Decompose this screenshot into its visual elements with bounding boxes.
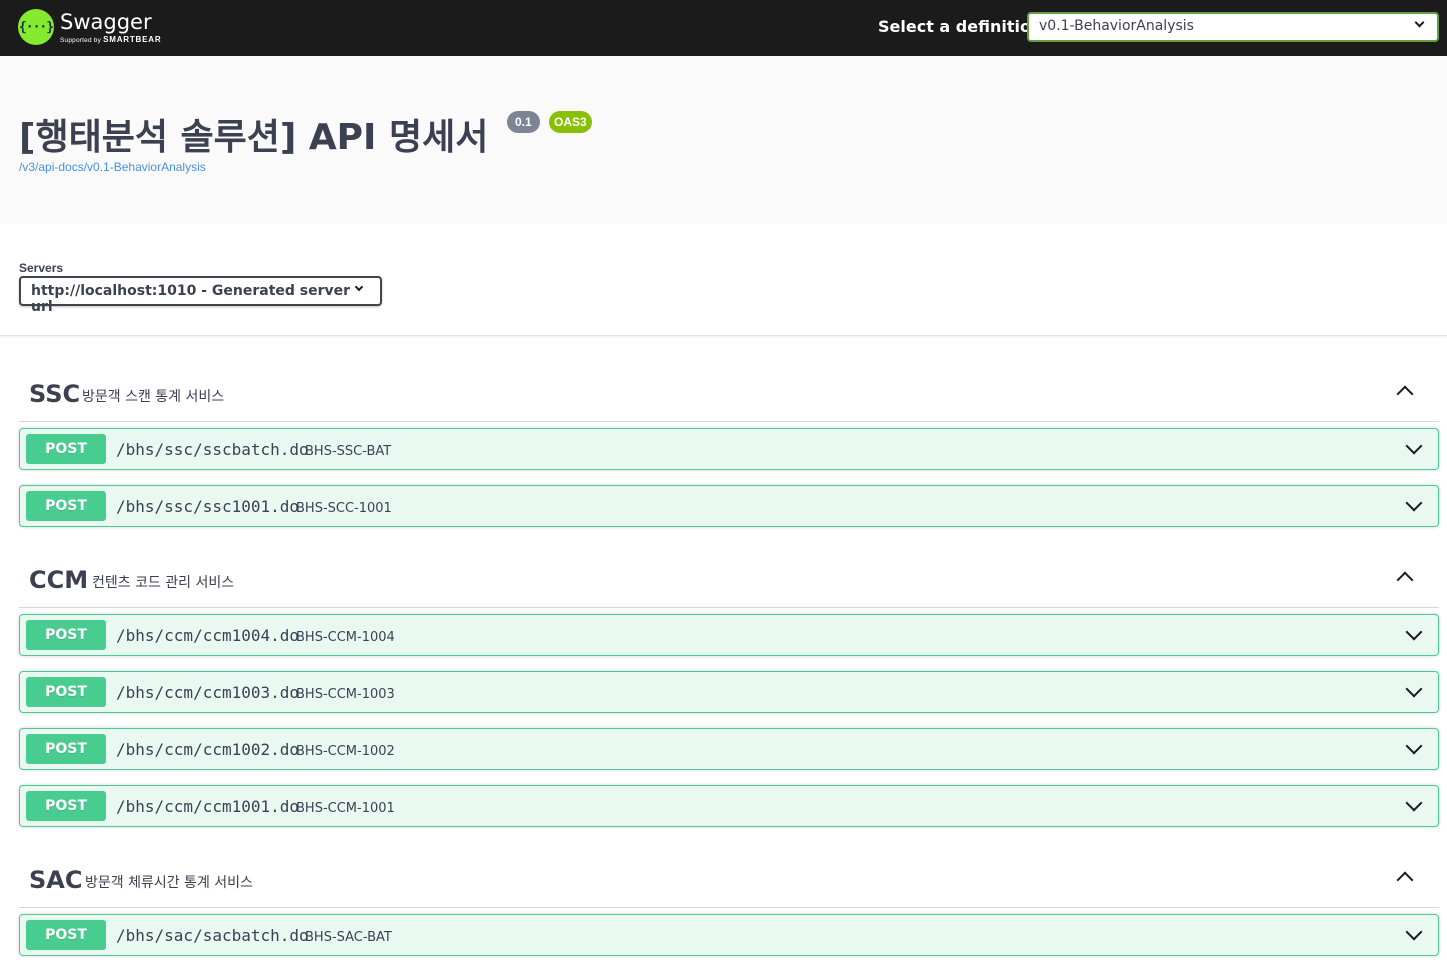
chevron-down-icon[interactable]: [1405, 494, 1423, 512]
info-section: [행태분석 솔루션] API 명세서 0.1 OAS3 /v3/api-docs…: [0, 56, 1447, 224]
servers-section: Servers http://localhost:1010 - Generate…: [0, 224, 1447, 336]
operation-block[interactable]: POST /bhs/ssc/ssc1001.do BHS-SCC-1001: [19, 485, 1439, 527]
operation-path: /bhs/ssc/sscbatch.do: [116, 440, 309, 459]
operation-block[interactable]: POST /bhs/ccm/ccm1003.do BHS-CCM-1003: [19, 671, 1439, 713]
tag-name: SSC: [29, 380, 81, 408]
chevron-down-icon: [1414, 17, 1425, 28]
tag-name: SAC: [29, 866, 83, 894]
chevron-up-icon[interactable]: [1396, 571, 1414, 589]
swagger-logo[interactable]: {···} Swagger Supported by SMARTBEAR: [18, 7, 161, 47]
method-badge: POST: [26, 920, 106, 950]
chevron-down-icon[interactable]: [1405, 794, 1423, 812]
operation-summary: BHS-CCM-1001: [296, 801, 395, 816]
operation-summary: BHS-SAC-BAT: [305, 930, 392, 945]
logo-sub-brand: SMARTBEAR: [103, 34, 162, 44]
logo-title: Swagger: [60, 9, 152, 34]
servers-select-value: http://localhost:1010 - Generated server…: [31, 283, 351, 315]
operation-summary: BHS-SCC-1001: [296, 501, 392, 516]
operation-path: /bhs/ccm/ccm1004.do: [116, 626, 300, 645]
tag-ssc[interactable]: SSC 방문객 스캔 통계 서비스: [19, 358, 1439, 422]
chevron-up-icon[interactable]: [1396, 871, 1414, 889]
chevron-down-icon[interactable]: [1405, 923, 1423, 941]
topbar: {···} Swagger Supported by SMARTBEAR Sel…: [0, 0, 1447, 56]
operation-summary: BHS-CCM-1002: [296, 744, 395, 759]
definition-label: Select a definition: [878, 17, 1043, 36]
tag-description: 방문객 체류시간 통계 서비스: [85, 875, 253, 891]
definition-select-value: v0.1-BehaviorAnalysis: [1039, 18, 1194, 34]
chevron-down-icon[interactable]: [1405, 623, 1423, 641]
method-badge: POST: [26, 677, 106, 707]
operation-summary: BHS-CCM-1004: [296, 630, 395, 645]
method-badge: POST: [26, 791, 106, 821]
tag-description: 방문객 스캔 통계 서비스: [82, 389, 225, 405]
version-badge: 0.1: [507, 111, 540, 133]
operation-path: /bhs/ccm/ccm1003.do: [116, 683, 300, 702]
operation-block[interactable]: POST /bhs/ccm/ccm1002.do BHS-CCM-1002: [19, 728, 1439, 770]
operation-path: /bhs/sac/sacbatch.do: [116, 926, 309, 945]
chevron-down-icon[interactable]: [1405, 680, 1423, 698]
operation-path: /bhs/ccm/ccm1001.do: [116, 797, 300, 816]
definition-select[interactable]: v0.1-BehaviorAnalysis: [1027, 12, 1439, 42]
servers-label: Servers: [19, 261, 64, 275]
logo-sub-prefix: Supported by: [60, 36, 102, 44]
operation-block[interactable]: POST /bhs/ccm/ccm1004.do BHS-CCM-1004: [19, 614, 1439, 656]
chevron-down-icon: [354, 282, 364, 292]
logo-subtitle: Supported by SMARTBEAR: [60, 35, 161, 44]
method-badge: POST: [26, 491, 106, 521]
tag-sac[interactable]: SAC 방문객 체류시간 통계 서비스: [19, 844, 1439, 908]
tag-name: CCM: [29, 566, 89, 594]
operation-path: /bhs/ssc/ssc1001.do: [116, 497, 300, 516]
swagger-logo-icon: {···}: [18, 9, 54, 45]
operation-block[interactable]: POST /bhs/ssc/sscbatch.do BHS-SSC-BAT: [19, 428, 1439, 470]
method-badge: POST: [26, 734, 106, 764]
operation-summary: BHS-CCM-1003: [296, 687, 395, 702]
operation-path: /bhs/ccm/ccm1002.do: [116, 740, 300, 759]
method-badge: POST: [26, 434, 106, 464]
page-title: [행태분석 솔루션] API 명세서: [19, 117, 489, 158]
chevron-down-icon[interactable]: [1405, 737, 1423, 755]
method-badge: POST: [26, 620, 106, 650]
oas-badge: OAS3: [549, 111, 592, 133]
tag-ccm[interactable]: CCM 컨텐츠 코드 관리 서비스: [19, 544, 1439, 608]
api-docs-link[interactable]: /v3/api-docs/v0.1-BehaviorAnalysis: [19, 160, 206, 174]
operation-block[interactable]: POST /bhs/sac/sacbatch.do BHS-SAC-BAT: [19, 914, 1439, 956]
operation-summary: BHS-SSC-BAT: [305, 444, 392, 459]
logo-text: Swagger Supported by SMARTBEAR: [60, 11, 161, 44]
chevron-up-icon[interactable]: [1396, 385, 1414, 403]
tag-description: 컨텐츠 코드 관리 서비스: [92, 575, 235, 591]
operation-block[interactable]: POST /bhs/ccm/ccm1001.do BHS-CCM-1001: [19, 785, 1439, 827]
servers-select[interactable]: http://localhost:1010 - Generated server…: [19, 276, 382, 315]
chevron-down-icon[interactable]: [1405, 437, 1423, 455]
